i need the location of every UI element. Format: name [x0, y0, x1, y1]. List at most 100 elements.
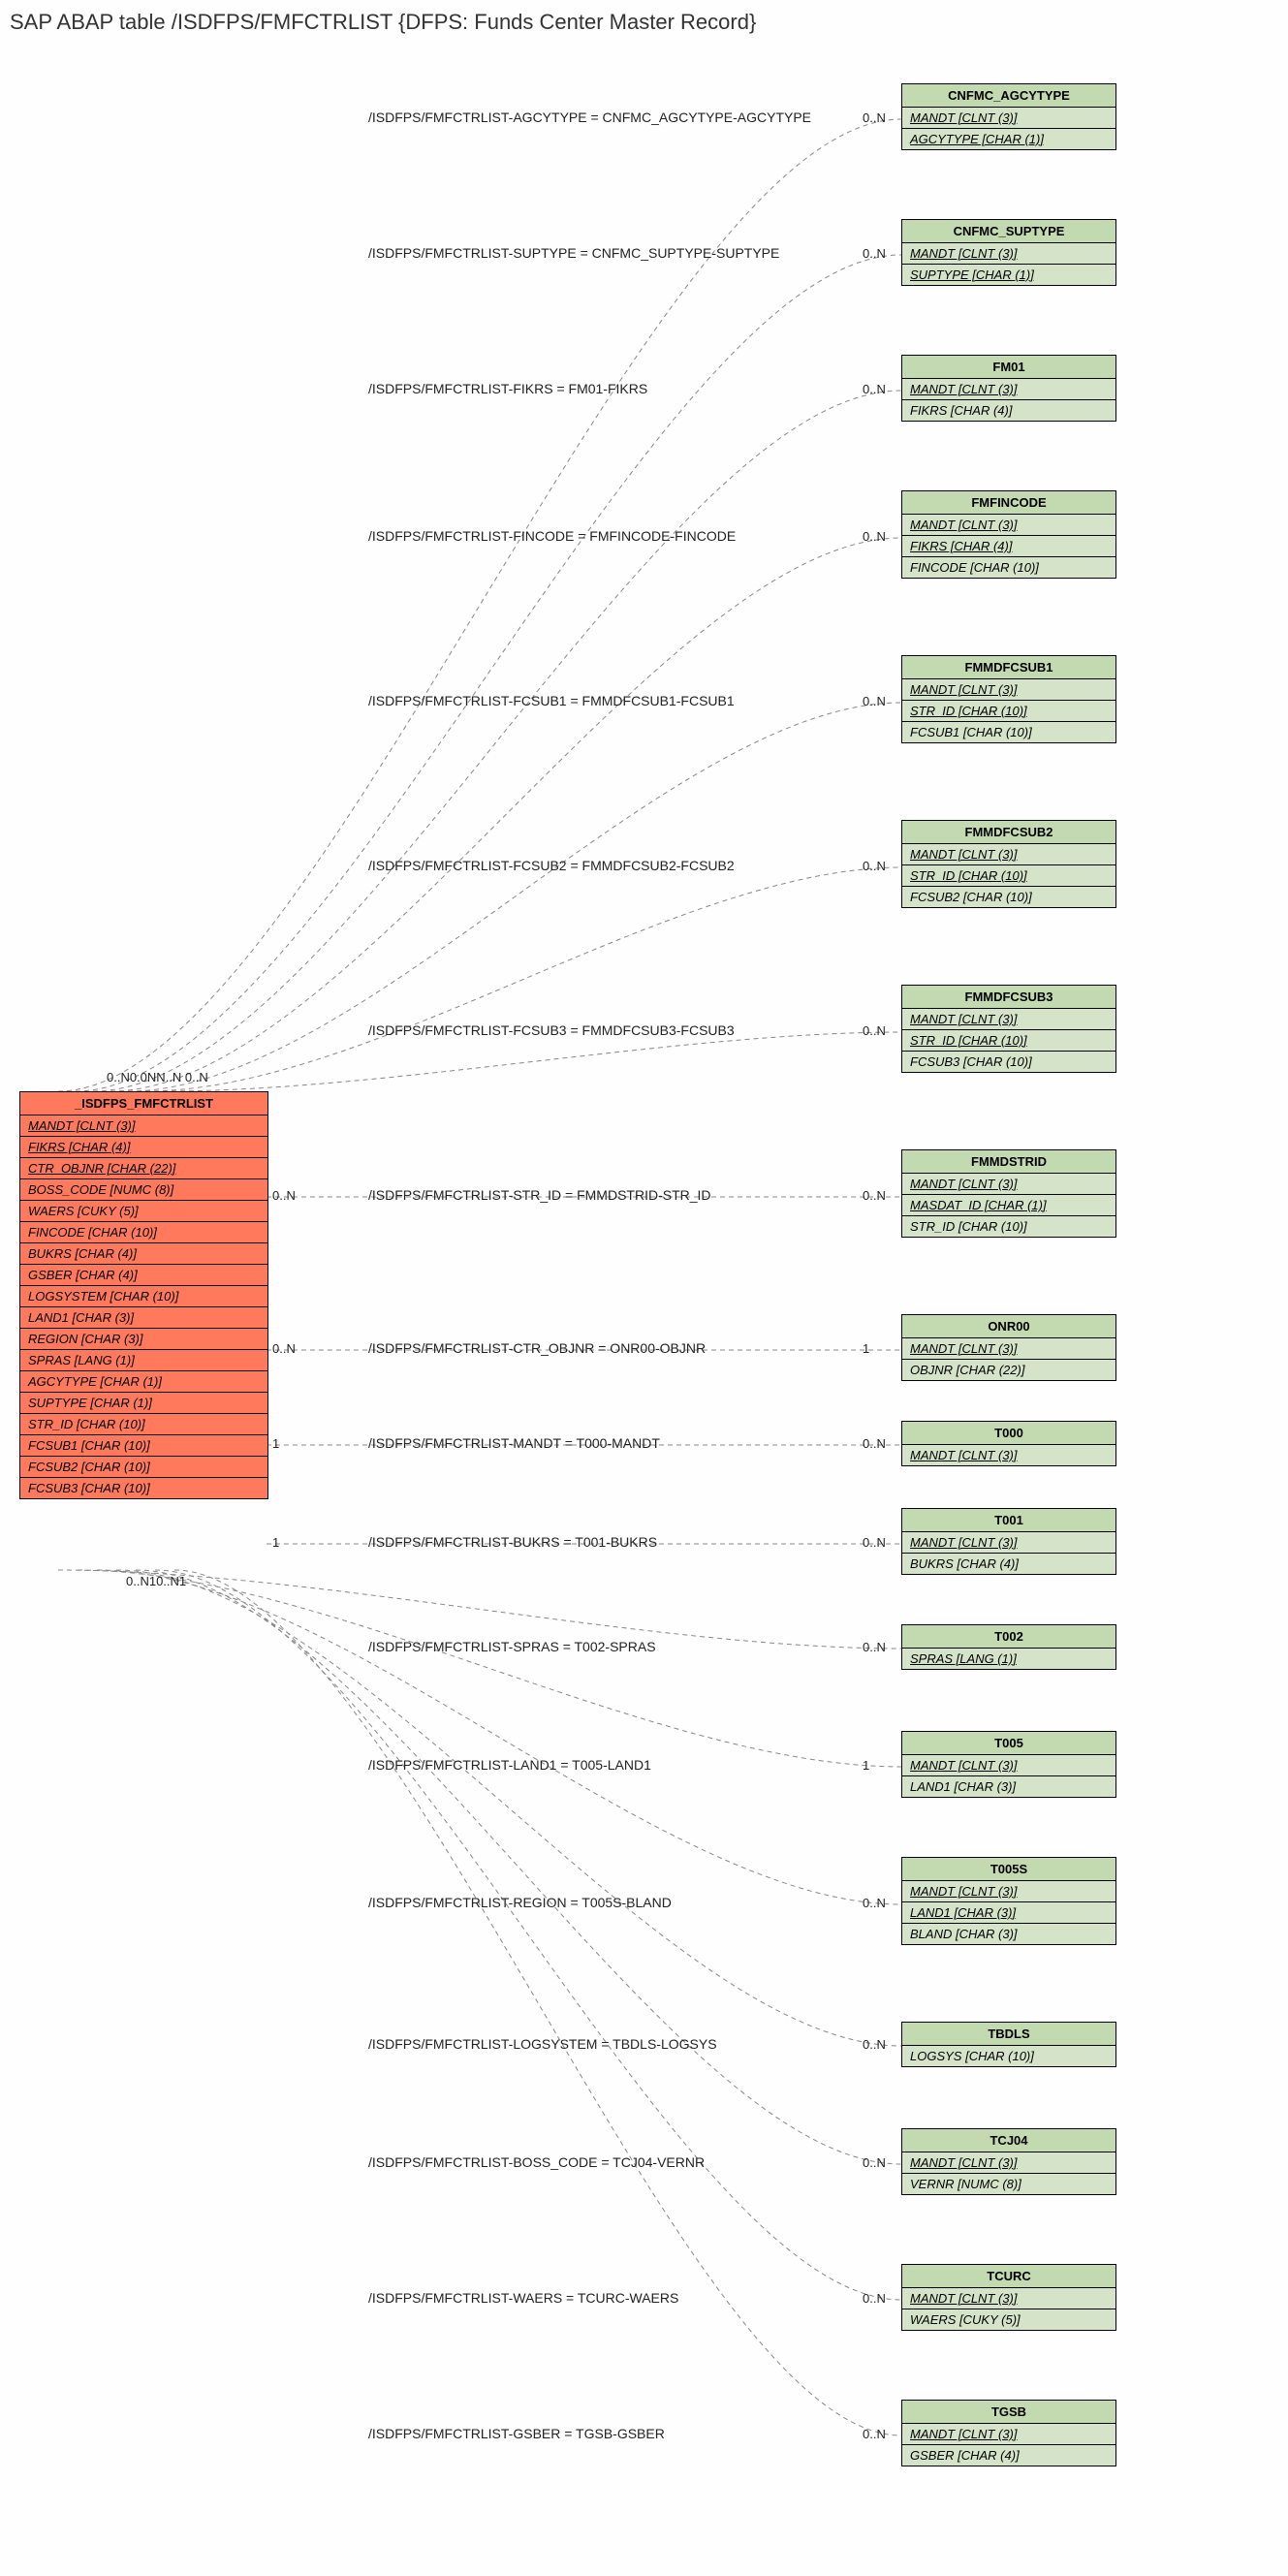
ref-entity-field: WAERS [CUKY (5)] [902, 2309, 1115, 2330]
ref-entity-field: STR_ID [CHAR (10)] [902, 1216, 1115, 1237]
main-entity-field: BUKRS [CHAR (4)] [20, 1243, 267, 1265]
ref-entity-field: FIKRS [CHAR (4)] [902, 400, 1115, 421]
ref-entity-header: T000 [902, 1422, 1115, 1445]
cardinality-right: 0..N [863, 1640, 886, 1654]
ref-entity-field: MANDT [CLNT (3)] [902, 1532, 1115, 1554]
main-entity-header: _ISDFPS_FMFCTRLIST [20, 1092, 267, 1115]
relationship-label: /ISDFPS/FMFCTRLIST-AGCYTYPE = CNFMC_AGCY… [368, 110, 811, 125]
ref-entity-field: BLAND [CHAR (3)] [902, 1924, 1115, 1944]
ref-entity-table: CNFMC_SUPTYPEMANDT [CLNT (3)]SUPTYPE [CH… [901, 219, 1116, 286]
ref-entity-field: FINCODE [CHAR (10)] [902, 557, 1115, 578]
main-entity-field: STR_ID [CHAR (10)] [20, 1414, 267, 1435]
ref-entity-table: T000MANDT [CLNT (3)] [901, 1421, 1116, 1466]
main-entity-field: LOGSYSTEM [CHAR (10)] [20, 1286, 267, 1307]
ref-entity-field: SUPTYPE [CHAR (1)] [902, 265, 1115, 285]
ref-entity-header: T001 [902, 1509, 1115, 1532]
main-entity-field: AGCYTYPE [CHAR (1)] [20, 1371, 267, 1393]
ref-entity-field: MANDT [CLNT (3)] [902, 1338, 1115, 1360]
ref-entity-field: STR_ID [CHAR (10)] [902, 865, 1115, 887]
main-entity-table: _ISDFPS_FMFCTRLIST MANDT [CLNT (3)]FIKRS… [19, 1091, 268, 1499]
ref-entity-field: GSBER [CHAR (4)] [902, 2445, 1115, 2466]
ref-entity-field: FIKRS [CHAR (4)] [902, 536, 1115, 557]
ref-entity-table: FMMDSTRIDMANDT [CLNT (3)]MASDAT_ID [CHAR… [901, 1149, 1116, 1238]
relationship-label: /ISDFPS/FMFCTRLIST-LOGSYSTEM = TBDLS-LOG… [368, 2036, 717, 2052]
ref-entity-header: CNFMC_AGCYTYPE [902, 84, 1115, 108]
ref-entity-field: MASDAT_ID [CHAR (1)] [902, 1195, 1115, 1216]
ref-entity-table: TBDLSLOGSYS [CHAR (10)] [901, 2022, 1116, 2067]
ref-entity-table: T005MANDT [CLNT (3)]LAND1 [CHAR (3)] [901, 1731, 1116, 1798]
relationship-label: /ISDFPS/FMFCTRLIST-SPRAS = T002-SPRAS [368, 1639, 656, 1654]
relationship-label: /ISDFPS/FMFCTRLIST-FINCODE = FMFINCODE-F… [368, 528, 736, 544]
diagram-canvas: _ISDFPS_FMFCTRLIST MANDT [CLNT (3)]FIKRS… [10, 45, 1278, 2564]
ref-entity-header: FMMDFCSUB3 [902, 986, 1115, 1009]
main-top-cardinalities: 0..N0.0NN..N 0..N [107, 1070, 208, 1084]
cardinality-right: 0..N [863, 382, 886, 396]
ref-entity-field: OBJNR [CHAR (22)] [902, 1360, 1115, 1380]
relationship-label: /ISDFPS/FMFCTRLIST-GSBER = TGSB-GSBER [368, 2426, 665, 2441]
cardinality-right: 0..N [863, 694, 886, 708]
ref-entity-header: FMMDSTRID [902, 1150, 1115, 1174]
main-entity-field: MANDT [CLNT (3)] [20, 1115, 267, 1137]
ref-entity-header: TGSB [902, 2401, 1115, 2424]
page-title: SAP ABAP table /ISDFPS/FMFCTRLIST {DFPS:… [10, 10, 1288, 35]
cardinality-right: 0..N [863, 246, 886, 261]
ref-entity-field: AGCYTYPE [CHAR (1)] [902, 129, 1115, 149]
main-entity-field: FCSUB3 [CHAR (10)] [20, 1478, 267, 1498]
cardinality-right: 0..N [863, 2291, 886, 2306]
cardinality-right: 0..N [863, 2427, 886, 2441]
ref-entity-field: MANDT [CLNT (3)] [902, 679, 1115, 701]
cardinality-right: 0..N [863, 1023, 886, 1038]
ref-entity-table: ONR00MANDT [CLNT (3)]OBJNR [CHAR (22)] [901, 1314, 1116, 1381]
ref-entity-header: FMMDFCSUB1 [902, 656, 1115, 679]
ref-entity-field: VERNR [NUMC (8)] [902, 2174, 1115, 2194]
ref-entity-header: T005 [902, 1732, 1115, 1755]
ref-entity-field: MANDT [CLNT (3)] [902, 2424, 1115, 2445]
ref-entity-field: MANDT [CLNT (3)] [902, 844, 1115, 865]
main-entity-field: WAERS [CUKY (5)] [20, 1201, 267, 1222]
cardinality-right: 0..N [863, 2155, 886, 2170]
ref-entity-table: FMFINCODEMANDT [CLNT (3)]FIKRS [CHAR (4)… [901, 490, 1116, 579]
ref-entity-field: LAND1 [CHAR (3)] [902, 1902, 1115, 1924]
cardinality-right: 1 [863, 1341, 869, 1356]
ref-entity-field: MANDT [CLNT (3)] [902, 515, 1115, 536]
ref-entity-field: MANDT [CLNT (3)] [902, 1755, 1115, 1776]
relationship-label: /ISDFPS/FMFCTRLIST-FCSUB2 = FMMDFCSUB2-F… [368, 858, 735, 873]
main-entity-field: REGION [CHAR (3)] [20, 1329, 267, 1350]
ref-entity-table: FMMDFCSUB3MANDT [CLNT (3)]STR_ID [CHAR (… [901, 985, 1116, 1073]
relationship-label: /ISDFPS/FMFCTRLIST-STR_ID = FMMDSTRID-ST… [368, 1187, 711, 1203]
ref-entity-field: FCSUB3 [CHAR (10)] [902, 1052, 1115, 1072]
ref-entity-field: LAND1 [CHAR (3)] [902, 1776, 1115, 1797]
ref-entity-field: STR_ID [CHAR (10)] [902, 701, 1115, 722]
main-entity-field: FINCODE [CHAR (10)] [20, 1222, 267, 1243]
ref-entity-field: MANDT [CLNT (3)] [902, 243, 1115, 265]
cardinality-right: 0..N [863, 529, 886, 544]
cardinality-left: 1 [272, 1535, 279, 1550]
main-entity-field: LAND1 [CHAR (3)] [20, 1307, 267, 1329]
relationship-label: /ISDFPS/FMFCTRLIST-BOSS_CODE = TCJ04-VER… [368, 2154, 705, 2170]
ref-entity-table: TGSBMANDT [CLNT (3)]GSBER [CHAR (4)] [901, 2400, 1116, 2466]
ref-entity-table: FMMDFCSUB2MANDT [CLNT (3)]STR_ID [CHAR (… [901, 820, 1116, 908]
ref-entity-header: FM01 [902, 356, 1115, 379]
ref-entity-field: FCSUB2 [CHAR (10)] [902, 887, 1115, 907]
cardinality-right: 1 [863, 1758, 869, 1773]
main-entity-field: FIKRS [CHAR (4)] [20, 1137, 267, 1158]
ref-entity-table: T002SPRAS [LANG (1)] [901, 1624, 1116, 1670]
relationship-label: /ISDFPS/FMFCTRLIST-FCSUB1 = FMMDFCSUB1-F… [368, 693, 735, 708]
ref-entity-field: MANDT [CLNT (3)] [902, 1881, 1115, 1902]
relationship-label: /ISDFPS/FMFCTRLIST-CTR_OBJNR = ONR00-OBJ… [368, 1340, 706, 1356]
relationship-label: /ISDFPS/FMFCTRLIST-FCSUB3 = FMMDFCSUB3-F… [368, 1022, 735, 1038]
ref-entity-table: TCURCMANDT [CLNT (3)]WAERS [CUKY (5)] [901, 2264, 1116, 2331]
main-entity-field: SPRAS [LANG (1)] [20, 1350, 267, 1371]
main-entity-field: FCSUB1 [CHAR (10)] [20, 1435, 267, 1457]
main-entity-field: CTR_OBJNR [CHAR (22)] [20, 1158, 267, 1179]
cardinality-right: 0..N [863, 110, 886, 125]
ref-entity-field: MANDT [CLNT (3)] [902, 108, 1115, 129]
ref-entity-field: SPRAS [LANG (1)] [902, 1649, 1115, 1669]
relationship-label: /ISDFPS/FMFCTRLIST-FIKRS = FM01-FIKRS [368, 381, 647, 396]
main-entity-field: BOSS_CODE [NUMC (8)] [20, 1179, 267, 1201]
ref-entity-table: FMMDFCSUB1MANDT [CLNT (3)]STR_ID [CHAR (… [901, 655, 1116, 743]
cardinality-right: 0..N [863, 1436, 886, 1451]
cardinality-left: 0..N [272, 1341, 296, 1356]
ref-entity-header: FMFINCODE [902, 491, 1115, 515]
ref-entity-field: MANDT [CLNT (3)] [902, 1445, 1115, 1465]
